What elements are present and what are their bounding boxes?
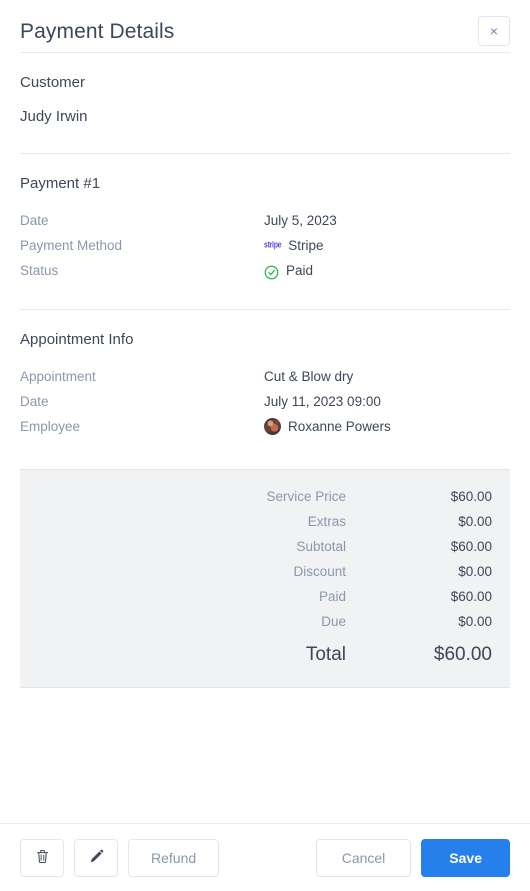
customer-section-heading: Customer: [20, 74, 86, 91]
totals-row: Service Price $60.00: [38, 484, 492, 509]
appointment-employee-label: Employee: [20, 419, 81, 434]
appointment-date-label: Date: [20, 394, 49, 409]
customer-name: Judy Irwin: [20, 108, 88, 125]
totals-row: Discount $0.00: [38, 559, 492, 584]
service-price-label: Service Price: [266, 489, 346, 504]
delete-button[interactable]: [20, 838, 64, 877]
modal-header: Payment Details ×: [0, 0, 530, 52]
appointment-employee-row: Employee Roxanne Powers: [20, 414, 510, 439]
paid-value: $60.00: [450, 589, 492, 604]
totals-row: Paid $60.00: [38, 584, 492, 609]
discount-label: Discount: [293, 564, 346, 579]
payment-section: Payment #1 Date July 5, 2023 Payment Met…: [20, 154, 510, 291]
appointment-section: Appointment Info Appointment Cut & Blow …: [20, 310, 510, 447]
modal-body: Customer Judy Irwin Payment #1 Date July…: [0, 52, 530, 823]
extras-value: $0.00: [458, 514, 492, 529]
totals-row: Due $0.00: [38, 609, 492, 634]
appointment-employee-value-wrap: Roxanne Powers: [264, 414, 391, 439]
pencil-icon: [88, 848, 105, 868]
subtotal-label: Subtotal: [296, 539, 346, 554]
due-label: Due: [321, 614, 346, 629]
payment-section-heading: Payment #1: [20, 175, 101, 192]
appointment-service-value: Cut & Blow dry: [264, 369, 354, 384]
payment-method-row: Payment Method stripe Stripe: [20, 233, 510, 258]
appointment-service-label: Appointment: [20, 369, 96, 384]
customer-section: Customer Judy Irwin: [20, 53, 510, 135]
payment-method-value: Stripe: [288, 238, 324, 253]
appointment-date-row: Date July 11, 2023 09:00: [20, 389, 510, 414]
grand-total-label: Total: [305, 644, 346, 665]
service-price-value: $60.00: [450, 489, 492, 504]
payment-details-modal: Payment Details × Customer Judy Irwin Pa…: [0, 0, 530, 891]
extras-label: Extras: [307, 514, 346, 529]
paid-label: Paid: [318, 589, 346, 604]
appointment-date-value: July 11, 2023 09:00: [264, 394, 381, 409]
appointment-section-heading: Appointment Info: [20, 331, 134, 348]
totals-row: Subtotal $60.00: [38, 534, 492, 559]
close-icon: ×: [489, 23, 499, 39]
appointment-employee-value: Roxanne Powers: [288, 419, 391, 434]
payment-status-row: Status Paid: [20, 258, 510, 283]
stripe-logo-icon: stripe: [264, 241, 282, 250]
check-circle-icon: [264, 263, 279, 280]
close-button[interactable]: ×: [478, 16, 510, 46]
payment-method-value-wrap: stripe Stripe: [264, 233, 324, 258]
payment-date-row: Date July 5, 2023: [20, 208, 510, 233]
subtotal-value: $60.00: [450, 539, 492, 554]
edit-button[interactable]: [74, 838, 118, 877]
trash-icon: [34, 848, 51, 868]
payment-date-label: Date: [20, 213, 49, 228]
grand-total-value: $60.00: [433, 644, 492, 665]
totals-panel: Service Price $60.00 Extras $0.00 Subtot…: [20, 469, 510, 688]
avatar: [264, 418, 281, 435]
refund-button[interactable]: Refund: [128, 838, 220, 877]
payment-date-value: July 5, 2023: [264, 213, 337, 228]
discount-value: $0.00: [458, 564, 492, 579]
totals-row: Extras $0.00: [38, 509, 492, 534]
status-badge: Paid: [286, 263, 314, 278]
modal-footer: Refund Cancel Save: [0, 823, 530, 891]
appointment-service-row: Appointment Cut & Blow dry: [20, 364, 510, 389]
due-value: $0.00: [458, 614, 492, 629]
page-title: Payment Details: [20, 20, 175, 43]
grand-total-row: Total $60.00: [38, 639, 492, 671]
payment-status-value-wrap: Paid: [264, 258, 313, 283]
payment-method-label: Payment Method: [20, 238, 123, 253]
payment-status-label: Status: [20, 263, 59, 278]
save-button[interactable]: Save: [421, 838, 510, 877]
cancel-button[interactable]: Cancel: [315, 838, 412, 877]
